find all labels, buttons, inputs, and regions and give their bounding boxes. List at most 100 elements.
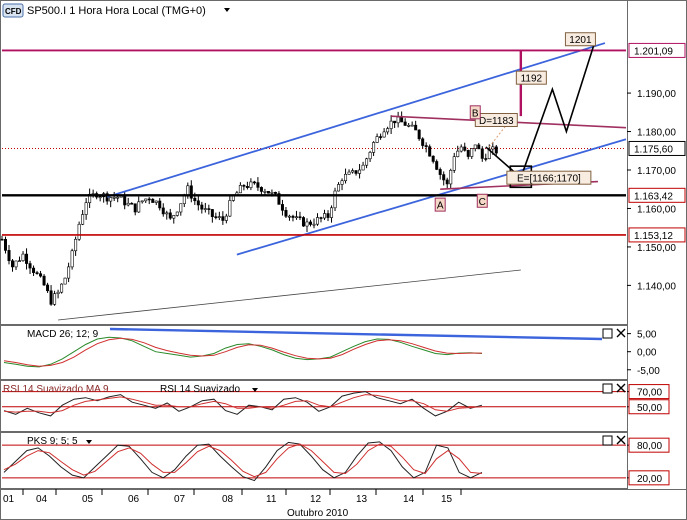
candle-body [42, 275, 46, 286]
x-axis-title: Outubro 2010 [287, 508, 349, 519]
price-tag-label: 1.175,60 [634, 144, 673, 155]
candle-body [175, 211, 179, 216]
y-tick-label: -5,00 [637, 366, 660, 377]
annotation-label: 1201 [569, 35, 592, 46]
candle-body [358, 169, 362, 174]
candle-body [98, 196, 102, 199]
maximize-icon[interactable] [602, 435, 613, 446]
maximize-icon[interactable] [602, 328, 613, 339]
y-tick-label: 5,00 [637, 330, 657, 341]
candle-body [238, 185, 242, 194]
annotation-label: B [472, 108, 479, 119]
candle-body [456, 150, 460, 157]
candle-body [21, 253, 25, 262]
candle-body [421, 138, 425, 146]
x-tick-label: 07 [174, 494, 186, 505]
cfd-logo-text: CFD [5, 7, 22, 16]
candle-body [294, 216, 298, 219]
annotation-label: 1192 [521, 74, 543, 85]
candle-body [39, 273, 43, 277]
candle-body [273, 192, 277, 194]
candle-body [74, 238, 78, 252]
candle-body [452, 156, 456, 171]
candle-body [270, 192, 274, 194]
candle-body [291, 215, 295, 218]
price-tag-label: 1.201,09 [634, 46, 673, 57]
candle-body [326, 213, 330, 218]
candle-body [70, 250, 74, 268]
candle-body [491, 146, 495, 150]
candle-body [214, 216, 218, 218]
candle-body [112, 196, 116, 199]
candle-body [308, 221, 312, 225]
candle-body [389, 120, 393, 129]
macd-title: MACD 26; 12; 9 [27, 329, 99, 340]
candle-body [323, 213, 327, 219]
y-tick-label: 20,00 [637, 474, 662, 485]
price-tag-label: 1.153,12 [634, 231, 673, 242]
x-tick-label: 11 [266, 494, 277, 505]
candle-body [4, 239, 8, 251]
x-tick-label: 15 [441, 494, 453, 505]
candle-body [312, 223, 316, 226]
stoch-title: PKS 9; 5; 5 [27, 436, 78, 447]
candle-body [431, 155, 435, 162]
candle-body [344, 173, 348, 182]
maximize-icon[interactable] [602, 383, 613, 394]
annotation-label: D=1183 [479, 116, 514, 127]
candle-body [224, 215, 228, 221]
candle-body [449, 169, 453, 185]
candle-body [396, 116, 400, 124]
candle-body [210, 209, 214, 217]
candle-body [330, 207, 334, 218]
candle-body [354, 170, 358, 174]
candle-body [442, 174, 446, 181]
x-tick-label: 06 [128, 494, 140, 505]
candle-body [32, 267, 36, 273]
candle-body [81, 214, 85, 225]
candle-body [407, 125, 411, 127]
candle-body [28, 263, 32, 269]
candle-body [470, 148, 474, 157]
candle-body [0, 238, 4, 241]
x-tick-label: 01 [3, 494, 15, 505]
candle-body [259, 187, 263, 192]
candle-body [480, 148, 484, 159]
candle-body [207, 208, 211, 210]
candle-body [84, 202, 88, 215]
candle-body [494, 146, 498, 154]
candle-body [116, 196, 120, 199]
candle-body [340, 180, 344, 185]
chart-header[interactable]: CFD SP500.I 1 Hora Hora Local (TMG+0) [2, 3, 230, 18]
candle-body [263, 191, 267, 193]
candle-body [459, 146, 463, 152]
y-tick-label: 1.140,00 [637, 281, 676, 292]
candle-body [130, 202, 134, 205]
candle-body [245, 186, 249, 188]
candle-body [147, 198, 151, 201]
candle-body [18, 260, 22, 263]
price-tag-label: 1.163,42 [634, 191, 673, 202]
candle-body [228, 200, 232, 217]
candle-body [161, 207, 165, 215]
candle-body [379, 136, 383, 138]
candle-body [126, 202, 130, 206]
candle-body [200, 204, 204, 210]
candle-body [333, 190, 337, 209]
annotation-label: E=[1166;1170] [517, 174, 581, 185]
candle-body [168, 212, 172, 219]
x-tick-label: 13 [356, 494, 368, 505]
candle-body [109, 197, 113, 202]
candle-body [203, 208, 207, 210]
candle-body [298, 216, 302, 219]
candle-body [414, 124, 418, 131]
candle-body [221, 216, 225, 221]
candle-body [337, 184, 341, 192]
candle-body [11, 260, 15, 268]
candle-body [484, 158, 488, 160]
candle-body [372, 142, 376, 153]
candle-body [67, 266, 71, 279]
candle-body [463, 146, 467, 151]
candle-body [477, 144, 481, 150]
candle-body [172, 215, 176, 219]
